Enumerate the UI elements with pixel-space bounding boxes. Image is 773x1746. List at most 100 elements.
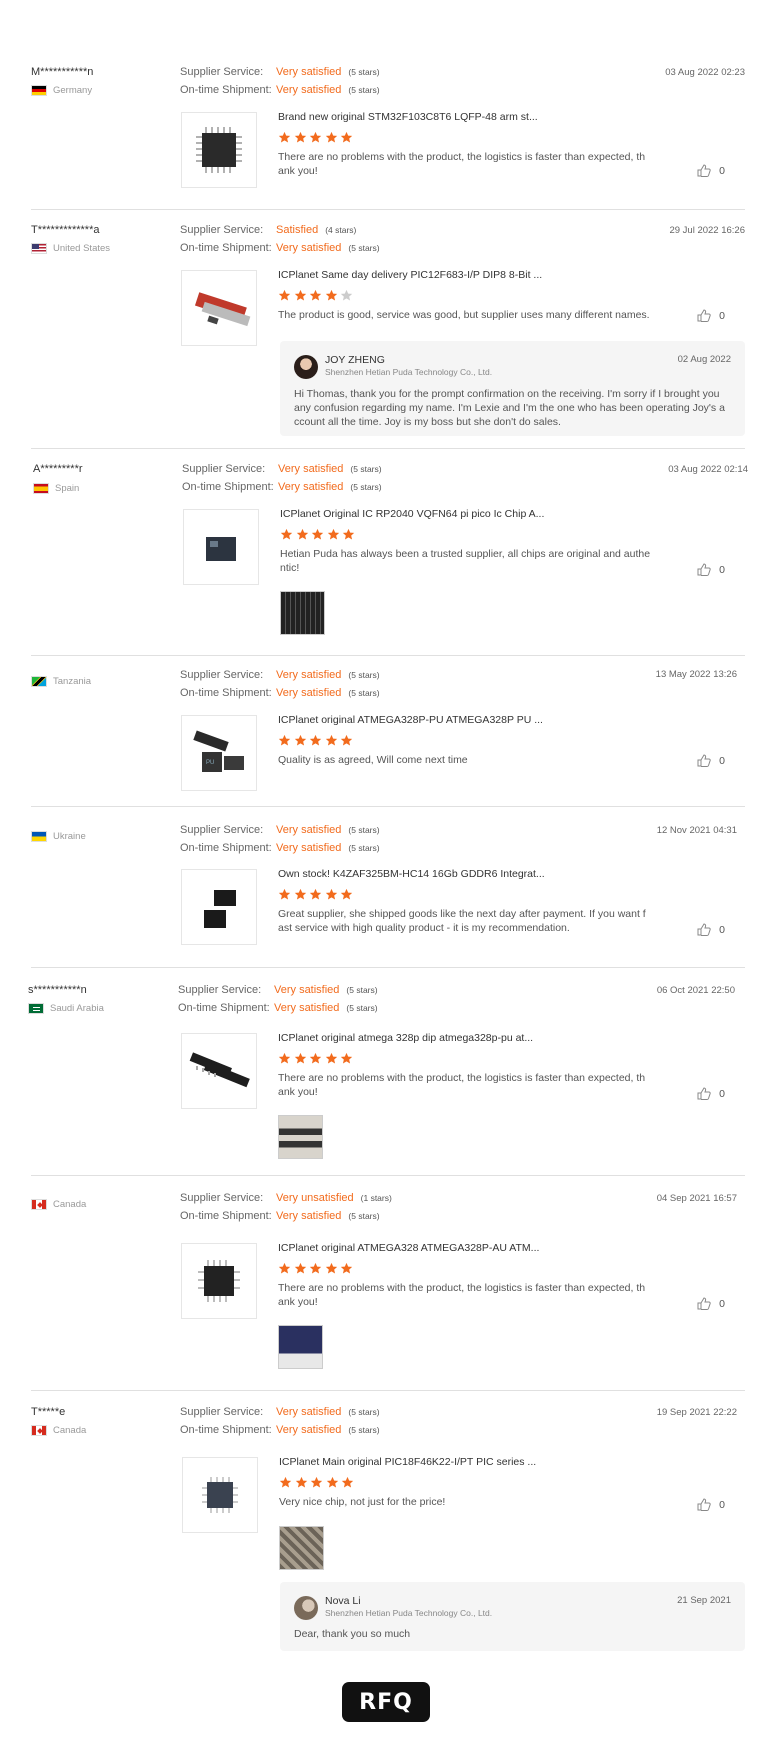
product-thumbnail[interactable] xyxy=(182,1457,258,1533)
like-button[interactable]: 0 xyxy=(697,164,725,177)
thumbs-up-icon xyxy=(697,1498,711,1511)
star-filled-icon xyxy=(341,1476,354,1488)
star-rating xyxy=(278,289,353,302)
product-title-link[interactable]: ICPlanet Original IC RP2040 VQFN64 pi pi… xyxy=(280,508,544,520)
rating-label: Supplier Service: xyxy=(178,984,262,996)
rating-stars-text: (5 stars) xyxy=(346,1003,378,1013)
product-thumbnail[interactable] xyxy=(181,270,257,346)
shipment-rating: On-time Shipment: Very satisfied (5 star… xyxy=(180,1210,380,1222)
star-filled-icon xyxy=(278,1052,291,1064)
ukraine-flag-icon xyxy=(31,831,47,842)
rating-value: Very satisfied xyxy=(276,1406,342,1418)
star-filled-icon xyxy=(279,1476,292,1488)
canada-flag-icon xyxy=(31,1425,47,1436)
rating-stars-text: (5 stars) xyxy=(348,1425,380,1435)
like-button[interactable]: 0 xyxy=(697,1297,725,1310)
supplier-service-rating: Supplier Service: Very satisfied (5 star… xyxy=(182,463,382,475)
product-thumbnail[interactable] xyxy=(181,1033,257,1109)
reply-author: JOY ZHENG xyxy=(325,354,385,366)
product-title-link[interactable]: ICPlanet Same day delivery PIC12F683-I/P… xyxy=(278,269,542,281)
like-button[interactable]: 0 xyxy=(697,754,725,767)
star-filled-icon xyxy=(325,1052,337,1064)
canada-flag-icon xyxy=(31,1199,47,1210)
like-button[interactable]: 0 xyxy=(697,309,725,322)
star-filled-icon xyxy=(340,131,353,143)
product-thumbnail[interactable]: PU xyxy=(181,715,257,791)
star-filled-icon xyxy=(278,289,291,301)
rating-label: On-time Shipment: xyxy=(180,1210,272,1222)
reply-date: 21 Sep 2021 xyxy=(677,1595,731,1606)
review-date: 03 Aug 2022 02:14 xyxy=(668,464,748,475)
supplier-service-rating: Supplier Service: Very satisfied (5 star… xyxy=(180,66,380,78)
rating-value: Very satisfied xyxy=(276,824,342,836)
like-count: 0 xyxy=(719,563,725,576)
review-photo[interactable] xyxy=(278,1115,323,1159)
product-title-link[interactable]: Brand new original STM32F103C8T6 LQFP-48… xyxy=(278,111,538,123)
review-photo[interactable] xyxy=(278,1325,323,1369)
country-label: Germany xyxy=(53,85,93,96)
star-filled-icon xyxy=(311,528,324,540)
product-thumbnail[interactable] xyxy=(181,869,257,945)
product-title-link[interactable]: Own stock! K4ZAF325BM-HC14 16Gb GDDR6 In… xyxy=(278,868,545,880)
review-divider xyxy=(31,655,745,656)
star-rating xyxy=(280,528,355,541)
star-filled-icon xyxy=(327,528,339,540)
rating-label: On-time Shipment: xyxy=(178,1002,270,1014)
germany-flag-icon xyxy=(31,85,47,96)
product-thumbnail[interactable] xyxy=(181,112,257,188)
like-button[interactable]: 0 xyxy=(697,1087,725,1100)
buyer-name: M***********n xyxy=(31,66,94,78)
avatar xyxy=(294,355,318,379)
rating-label: Supplier Service: xyxy=(180,824,264,836)
rating-stars-text: (5 stars) xyxy=(350,464,382,474)
reply-date: 02 Aug 2022 xyxy=(677,354,731,365)
product-thumbnail[interactable] xyxy=(181,1243,257,1319)
review-date: 12 Nov 2021 04:31 xyxy=(656,825,737,836)
saudi-arabia-flag-icon xyxy=(28,1003,44,1014)
rating-value: Very satisfied xyxy=(276,1424,342,1436)
shipment-rating: On-time Shipment: Very satisfied (5 star… xyxy=(180,842,380,854)
rating-value: Very satisfied xyxy=(274,984,340,996)
country-label: Canada xyxy=(53,1199,87,1210)
rating-value: Very satisfied xyxy=(276,242,342,254)
rating-label: On-time Shipment: xyxy=(180,842,272,854)
like-count: 0 xyxy=(719,923,725,936)
country-label: Spain xyxy=(55,483,80,494)
product-title-link[interactable]: ICPlanet original ATMEGA328P-PU ATMEGA32… xyxy=(278,714,543,726)
rfq-button[interactable]: RFQ xyxy=(342,1682,430,1722)
rating-value: Very satisfied xyxy=(276,66,342,78)
review-divider xyxy=(31,1175,745,1176)
thumbs-up-icon xyxy=(697,563,711,576)
supplier-reply: JOY ZHENG Shenzhen Hetian Puda Technolog… xyxy=(280,341,745,436)
rating-stars-text: (1 stars) xyxy=(360,1193,392,1203)
product-thumbnail[interactable] xyxy=(183,509,259,585)
star-filled-icon xyxy=(294,289,306,301)
shipment-rating: On-time Shipment: Very satisfied (5 star… xyxy=(180,1424,380,1436)
like-button[interactable]: 0 xyxy=(697,563,725,576)
review-photo[interactable] xyxy=(279,1526,324,1570)
shipment-rating: On-time Shipment: Very satisfied (5 star… xyxy=(180,687,380,699)
svg-text:PU: PU xyxy=(206,760,214,766)
like-button[interactable]: 0 xyxy=(697,1498,725,1511)
rating-value: Very satisfied xyxy=(278,481,344,493)
rating-value: Very satisfied xyxy=(274,1002,340,1014)
reply-company: Shenzhen Hetian Puda Technology Co., Ltd… xyxy=(325,367,493,377)
product-title-link[interactable]: ICPlanet original ATMEGA328 ATMEGA328P-A… xyxy=(278,1242,539,1254)
product-title-link[interactable]: ICPlanet original atmega 328p dip atmega… xyxy=(278,1032,533,1044)
country-label: Ukraine xyxy=(53,831,86,842)
star-rating xyxy=(278,1262,353,1275)
buyer-name: s***********n xyxy=(28,984,87,996)
rating-stars-text: (5 stars) xyxy=(348,1407,380,1417)
product-title-link[interactable]: ICPlanet Main original PIC18F46K22-I/PT … xyxy=(279,1456,536,1468)
rating-label: On-time Shipment: xyxy=(182,481,274,493)
rating-value: Very unsatisfied xyxy=(276,1192,354,1204)
star-rating xyxy=(278,888,353,901)
rating-label: Supplier Service: xyxy=(180,224,264,236)
chip-icon xyxy=(202,1477,238,1513)
like-count: 0 xyxy=(719,1297,725,1310)
rating-value: Very satisfied xyxy=(276,842,342,854)
review-photo[interactable] xyxy=(280,591,325,635)
like-button[interactable]: 0 xyxy=(697,923,725,936)
review-date: 13 May 2022 13:26 xyxy=(655,669,737,680)
rating-label: Supplier Service: xyxy=(180,66,264,78)
